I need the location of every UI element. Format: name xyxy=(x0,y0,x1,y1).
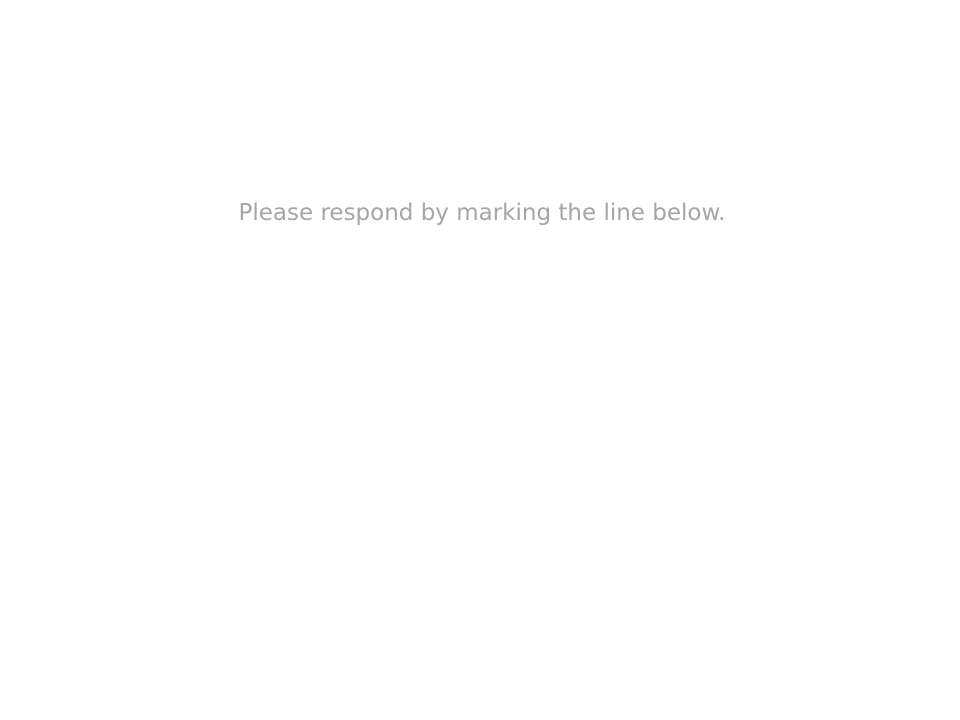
instruction-text: Please respond by marking the line below… xyxy=(238,200,726,226)
response-screen: Please respond by marking the line below… xyxy=(0,0,960,720)
